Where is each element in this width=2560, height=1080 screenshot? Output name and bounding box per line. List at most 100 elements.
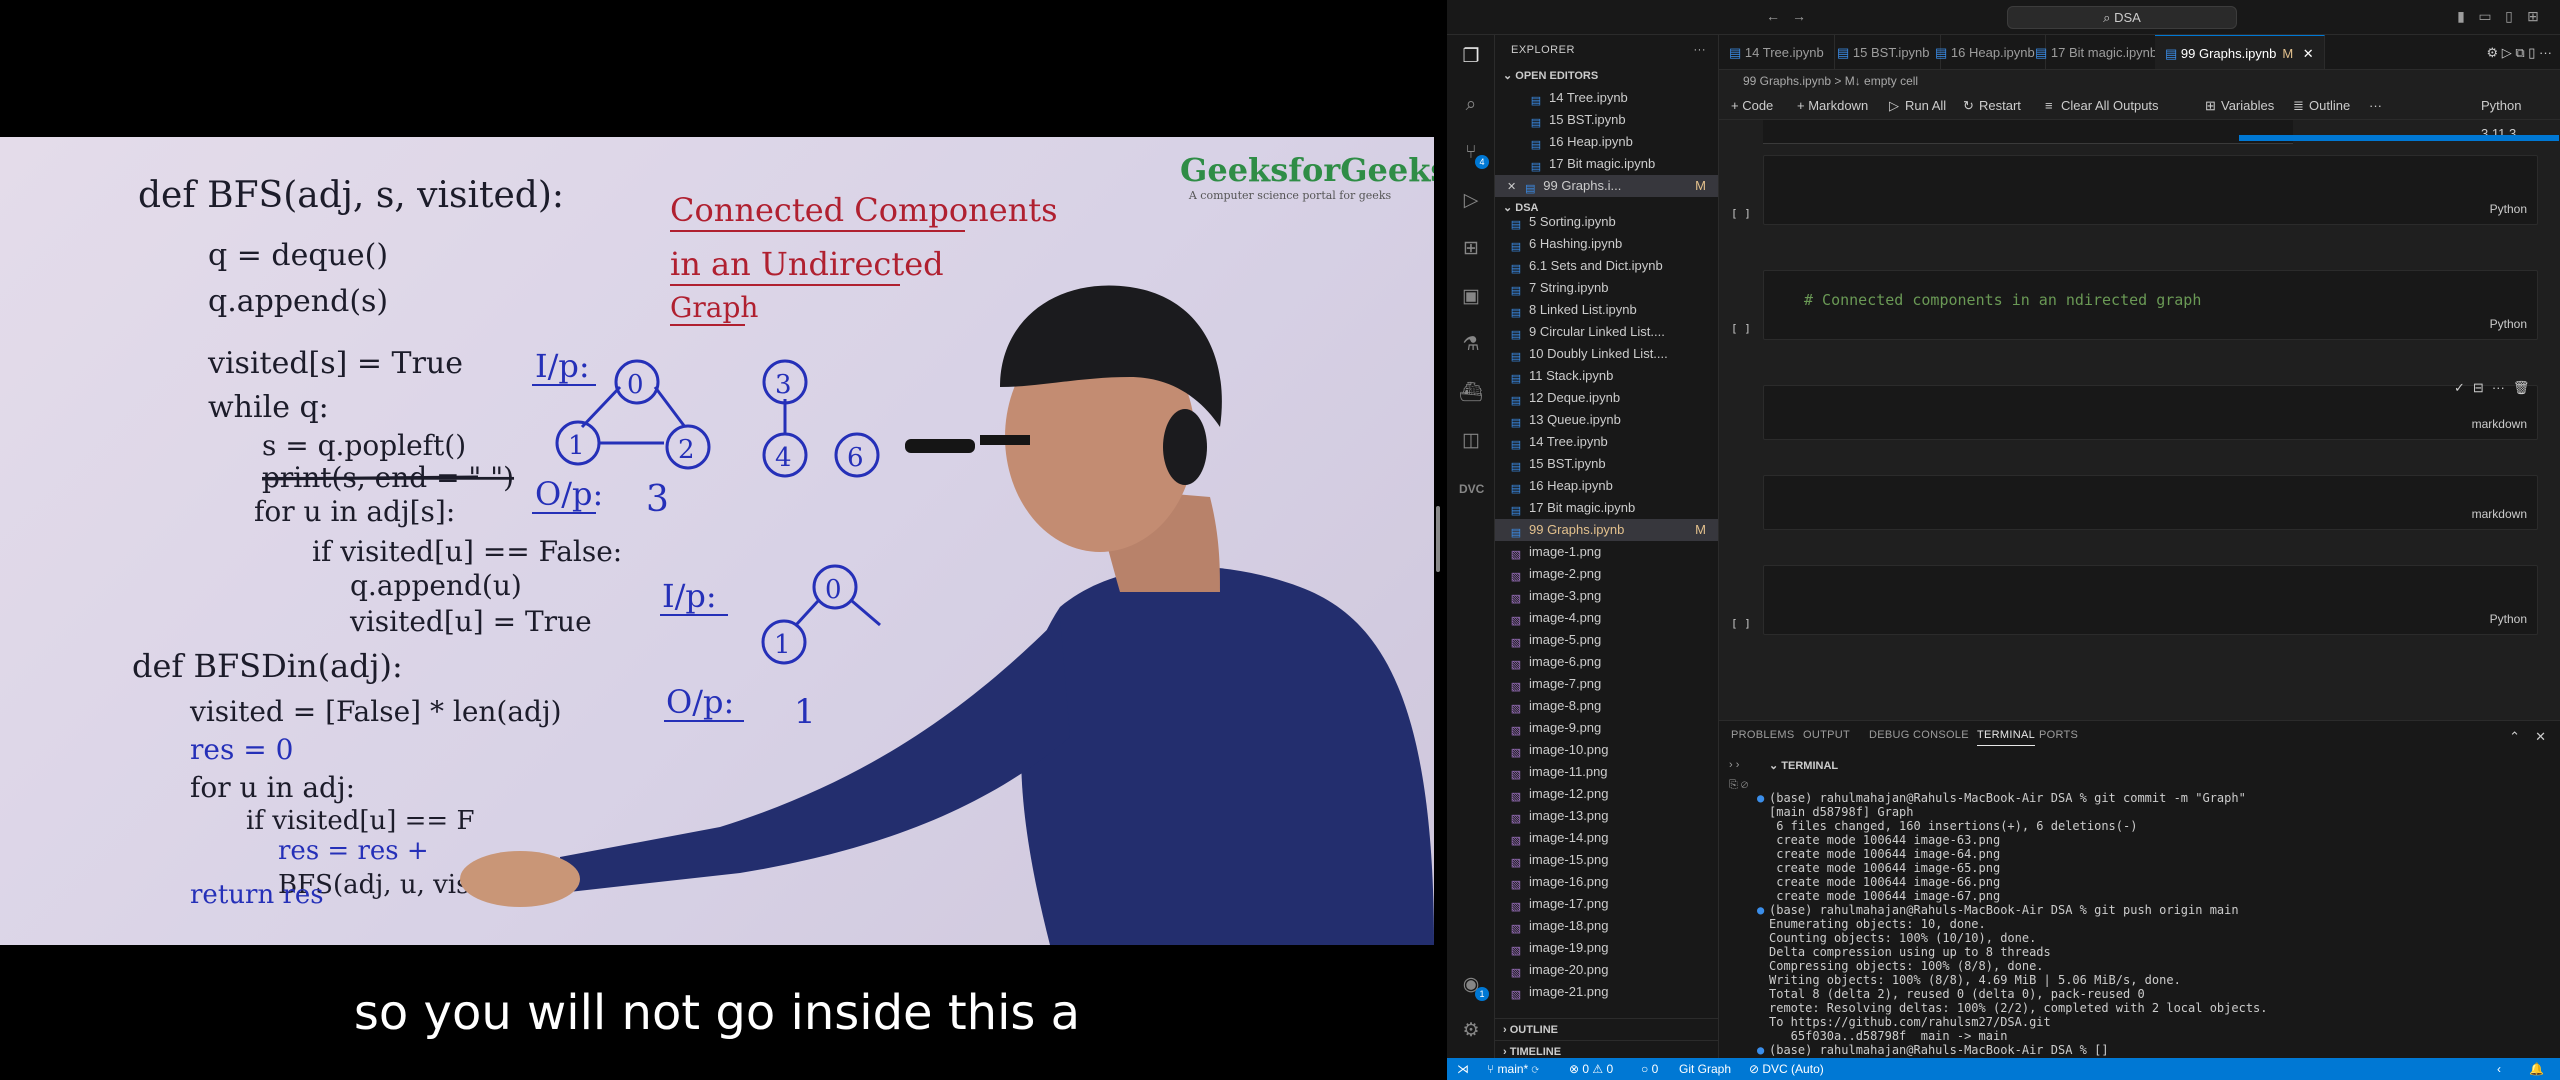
add-code-cell-button[interactable]: + Code: [1731, 92, 1773, 120]
cell-source[interactable]: # Connected components in an ndirected g…: [1804, 291, 2201, 309]
file-tree-item[interactable]: ▤ 12 Deque.ipynb: [1495, 387, 1718, 409]
editor-tab[interactable]: ▤ 15 BST.ipynb: [1827, 35, 1941, 69]
open-editor-item[interactable]: ▤ 14 Tree.ipynb: [1495, 87, 1718, 109]
run-debug-icon[interactable]: ▷: [1459, 189, 1483, 213]
command-center-search[interactable]: ⌕ DSA: [2007, 6, 2237, 29]
open-editor-item[interactable]: ✕ ▤ 99 Graphs.i... M: [1495, 175, 1718, 197]
branch-status[interactable]: ⑂ main* ⟳: [1487, 1058, 1539, 1080]
file-tree-item[interactable]: ▧ image-7.png: [1495, 673, 1718, 695]
close-icon[interactable]: ✕: [1507, 181, 1519, 193]
file-tree-item[interactable]: ▧ image-19.png: [1495, 937, 1718, 959]
explorer-icon[interactable]: ❐: [1459, 45, 1483, 69]
toggle-sidebar-icon[interactable]: ▮: [2453, 8, 2469, 24]
open-editor-item[interactable]: ▤ 17 Bit magic.ipynb: [1495, 153, 1718, 175]
check-icon[interactable]: ✓: [2454, 380, 2465, 402]
file-tree-item[interactable]: ▤ 17 Bit magic.ipynb: [1495, 497, 1718, 519]
file-tree-item[interactable]: ▧ image-15.png: [1495, 849, 1718, 871]
cell-language[interactable]: markdown: [2472, 507, 2527, 521]
panel-tab[interactable]: TERMINAL: [1977, 729, 2036, 746]
split-cell-icon[interactable]: ⊟: [2473, 380, 2484, 402]
toggle-panel-icon[interactable]: ▭: [2477, 8, 2493, 24]
jupyter-icon[interactable]: ◫: [1459, 429, 1483, 453]
terminal-output[interactable]: ● (base) rahulmahajan@Rahuls-MacBook-Air …: [1757, 791, 2549, 1057]
file-tree-item[interactable]: ▧ image-2.png: [1495, 563, 1718, 585]
file-tree-item[interactable]: ▧ image-6.png: [1495, 651, 1718, 673]
file-tree-item[interactable]: ▧ image-1.png: [1495, 541, 1718, 563]
file-tree-item[interactable]: ▤ 8 Linked List.ipynb: [1495, 299, 1718, 321]
file-tree-item[interactable]: ▧ image-13.png: [1495, 805, 1718, 827]
nav-back-icon[interactable]: ←: [1765, 8, 1781, 24]
clear-outputs-button[interactable]: Clear All Outputs: [2061, 92, 2159, 120]
more-toolbar-button[interactable]: ···: [2369, 92, 2382, 120]
restart-button[interactable]: Restart: [1979, 92, 2021, 120]
outline-section-header[interactable]: › OUTLINE: [1495, 1018, 1718, 1040]
close-panel-icon[interactable]: ✕: [2535, 729, 2546, 745]
close-icon[interactable]: ✕: [2299, 46, 2314, 61]
open-editor-item[interactable]: ▤ 15 BST.ipynb: [1495, 109, 1718, 131]
editor-actions[interactable]: ⚙ ▷ ⧉ ▯ ···: [2486, 35, 2552, 69]
testing-icon[interactable]: ⚗: [1459, 333, 1483, 357]
cell-language[interactable]: markdown: [2472, 417, 2527, 431]
file-tree-item[interactable]: ▤ 13 Queue.ipynb: [1495, 409, 1718, 431]
cell-language[interactable]: Python: [2490, 317, 2527, 331]
add-markdown-cell-button[interactable]: + Markdown: [1797, 92, 1868, 120]
cell-language[interactable]: Python: [2490, 612, 2527, 626]
notebook-cell[interactable]: Python: [1763, 155, 2538, 225]
editor-tab[interactable]: ▤ 17 Bit magic.ipynb: [2025, 35, 2169, 69]
file-tree-item[interactable]: ▤ 6.1 Sets and Dict.ipynb: [1495, 255, 1718, 277]
file-tree-item[interactable]: ▤ 15 BST.ipynb: [1495, 453, 1718, 475]
file-tree-item[interactable]: ▤ 5 Sorting.ipynb: [1495, 211, 1718, 233]
notebook-cell[interactable]: markdown: [1763, 475, 2538, 530]
file-tree-item[interactable]: ▧ image-10.png: [1495, 739, 1718, 761]
file-tree-item[interactable]: ▤ 16 Heap.ipynb: [1495, 475, 1718, 497]
panel-tab[interactable]: PORTS: [2039, 729, 2078, 741]
video-player[interactable]: def BFS(adj, s, visited): q = deque() q.…: [0, 0, 1447, 1080]
terminal-actions-icon[interactable]: ⎘ ⌀: [1729, 779, 1748, 792]
notebook-cell[interactable]: # Connected components in an ndirected g…: [1763, 270, 2538, 340]
ports-status[interactable]: ○ 0: [1641, 1058, 1658, 1080]
more-icon[interactable]: ···: [2492, 380, 2505, 402]
panel-tab[interactable]: PROBLEMS: [1731, 729, 1795, 741]
panel-tab[interactable]: OUTPUT: [1803, 729, 1850, 741]
extensions-icon[interactable]: ⊞: [1459, 237, 1483, 261]
split-resize-handle[interactable]: [1436, 506, 1440, 572]
remote-icon[interactable]: ⋊: [1457, 1058, 1469, 1080]
file-tree-item[interactable]: ▤ 14 Tree.ipynb: [1495, 431, 1718, 453]
file-tree-item[interactable]: ▧ image-16.png: [1495, 871, 1718, 893]
file-tree-item[interactable]: ▧ image-4.png: [1495, 607, 1718, 629]
file-tree-item[interactable]: ▤ 10 Doubly Linked List....: [1495, 343, 1718, 365]
file-tree-item[interactable]: ▧ image-11.png: [1495, 761, 1718, 783]
source-control-icon[interactable]: ⑂ 4: [1459, 141, 1489, 169]
status-chevron-icon[interactable]: ‹: [2497, 1058, 2501, 1080]
open-editors-header[interactable]: ⌄ OPEN EDITORS: [1495, 65, 1718, 87]
file-tree-item[interactable]: ▤ 6 Hashing.ipynb: [1495, 233, 1718, 255]
file-tree-item[interactable]: ▧ image-18.png: [1495, 915, 1718, 937]
customize-layout-icon[interactable]: ⊞: [2525, 8, 2541, 24]
file-tree-item[interactable]: ▤ 99 Graphs.ipynb M: [1495, 519, 1718, 541]
breadcrumb[interactable]: 99 Graphs.ipynb > M↓ empty cell: [1719, 70, 2560, 92]
editor-tab[interactable]: ▤ 99 Graphs.ipynb M ✕: [2155, 35, 2325, 69]
manage-gear-icon[interactable]: ⚙: [1459, 1019, 1483, 1043]
file-tree-item[interactable]: ▧ image-9.png: [1495, 717, 1718, 739]
file-tree-item[interactable]: ▧ image-5.png: [1495, 629, 1718, 651]
file-tree-item[interactable]: ▤ 11 Stack.ipynb: [1495, 365, 1718, 387]
notifications-icon[interactable]: 🔔: [2529, 1058, 2544, 1080]
nav-forward-icon[interactable]: →: [1791, 8, 1807, 24]
file-tree-item[interactable]: ▧ image-3.png: [1495, 585, 1718, 607]
file-tree-item[interactable]: ▧ image-14.png: [1495, 827, 1718, 849]
notebook-cell[interactable]: markdown: [1763, 385, 2538, 440]
file-tree-item[interactable]: ▧ image-20.png: [1495, 959, 1718, 981]
search-view-icon[interactable]: ⌕: [1459, 93, 1483, 117]
problems-status[interactable]: ⊗ 0 ⚠ 0: [1569, 1058, 1613, 1080]
dvc-status[interactable]: ⊘ DVC (Auto): [1749, 1058, 1824, 1080]
file-tree-item[interactable]: ▤ 7 String.ipynb: [1495, 277, 1718, 299]
file-tree-item[interactable]: ▧ image-8.png: [1495, 695, 1718, 717]
timeline-section-header[interactable]: › TIMELINE: [1495, 1040, 1718, 1058]
editor-tab[interactable]: ▤ 14 Tree.ipynb: [1719, 35, 1835, 69]
file-tree-item[interactable]: ▧ image-21.png: [1495, 981, 1718, 1001]
cell-language[interactable]: Python: [2490, 202, 2527, 216]
remote-explorer-icon[interactable]: ▣: [1459, 285, 1483, 309]
file-tree-item[interactable]: ▧ image-17.png: [1495, 893, 1718, 915]
file-tree-item[interactable]: ▤ 9 Circular Linked List....: [1495, 321, 1718, 343]
maximize-panel-icon[interactable]: ⌃: [2509, 729, 2520, 745]
